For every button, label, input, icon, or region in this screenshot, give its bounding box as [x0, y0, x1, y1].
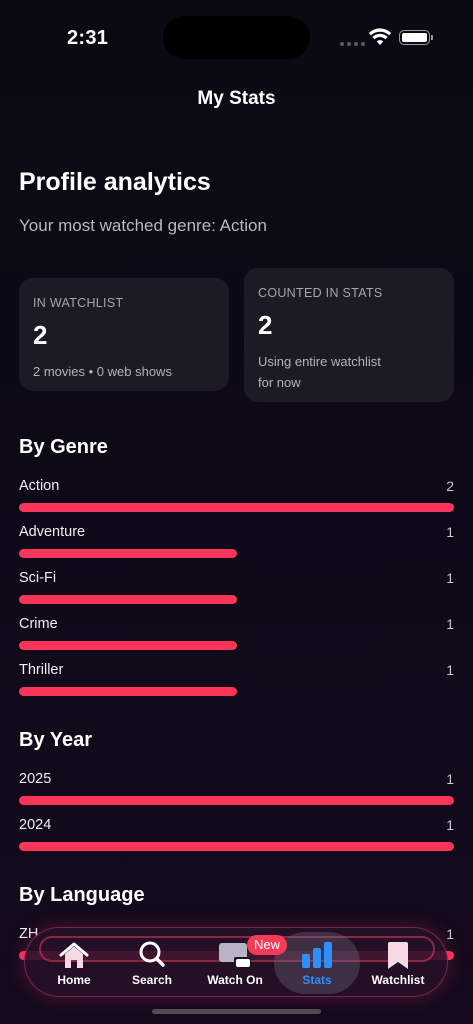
bar-label: Crime [19, 616, 58, 632]
tab-bar: Home Search Watch On New Stats Watchlist [24, 927, 448, 997]
bar-fill [19, 796, 454, 805]
counted-in-stats-card: COUNTED IN STATS 2 Using entire watchlis… [244, 268, 454, 402]
by-language-title: By Language [19, 884, 145, 906]
by-genre-title: By Genre [19, 436, 108, 458]
tab-home[interactable]: Home [34, 928, 114, 998]
genre-row: Action 2 [19, 478, 454, 518]
bar-fill [19, 503, 454, 512]
bar-fill [19, 595, 237, 604]
genre-row: Crime 1 [19, 616, 454, 656]
genre-row: Adventure 1 [19, 524, 454, 564]
house-icon [59, 942, 89, 968]
bar-count: 1 [446, 524, 454, 540]
profile-analytics-heading: Profile analytics [19, 168, 211, 196]
tab-watchlist[interactable]: Watchlist [358, 928, 438, 998]
bar-label: Adventure [19, 524, 86, 540]
battery-icon [399, 30, 433, 45]
dynamic-island [163, 16, 310, 59]
tab-label: Stats [302, 973, 332, 987]
year-row: 2024 1 [19, 817, 454, 857]
most-watched-genre: Your most watched genre: Action [19, 216, 267, 235]
bar-fill [19, 549, 237, 558]
bar-label: Thriller [19, 662, 64, 678]
bar-count: 1 [446, 570, 454, 586]
year-row: 2025 1 [19, 771, 454, 811]
bar-fill [19, 842, 454, 851]
bar-label: 2024 [19, 817, 52, 833]
card-label: COUNTED IN STATS [258, 286, 383, 300]
bar-chart-icon [302, 942, 332, 968]
bar-label: Action [19, 478, 60, 494]
bar-count: 1 [446, 926, 454, 942]
bar-label: 2025 [19, 771, 52, 787]
card-note-line: for now [258, 375, 301, 390]
home-indicator [152, 1009, 321, 1014]
tab-stats[interactable]: Stats [277, 928, 357, 998]
stats-screen: 2:31 My Stats Profile analytics Your mos… [0, 0, 473, 1024]
wifi-icon [368, 28, 392, 45]
watchlist-count-card: IN WATCHLIST 2 2 movies • 0 web shows [19, 278, 229, 391]
genre-row: Sci-Fi 1 [19, 570, 454, 610]
tab-label: Watch On [207, 973, 263, 987]
genre-row: Thriller 1 [19, 662, 454, 702]
page-title: My Stats [197, 88, 276, 109]
card-value: 2 [258, 310, 273, 340]
card-note-line: Using entire watchlist [258, 354, 381, 369]
status-time: 2:31 [67, 27, 109, 49]
bar-fill [19, 687, 237, 696]
cellular-signal-icon [340, 42, 365, 46]
bar-count: 1 [446, 817, 454, 833]
bar-count: 1 [446, 771, 454, 787]
card-note: Using entire watchlist for now [258, 351, 440, 393]
tab-label: Watchlist [371, 973, 425, 987]
bar-count: 1 [446, 616, 454, 632]
card-note: 2 movies • 0 web shows [33, 364, 172, 379]
tab-label: Search [131, 973, 173, 987]
magnifier-icon [139, 941, 165, 967]
tab-search[interactable]: Search [112, 928, 192, 998]
bookmark-icon [388, 942, 408, 969]
card-value: 2 [33, 320, 48, 350]
card-label: IN WATCHLIST [33, 296, 124, 310]
bar-label: Sci-Fi [19, 570, 57, 586]
bar-count: 2 [446, 478, 454, 494]
status-bar: 2:31 [0, 0, 473, 70]
bar-count: 1 [446, 662, 454, 678]
bar-fill [19, 641, 237, 650]
tab-label: Home [57, 973, 91, 987]
by-year-title: By Year [19, 729, 93, 751]
